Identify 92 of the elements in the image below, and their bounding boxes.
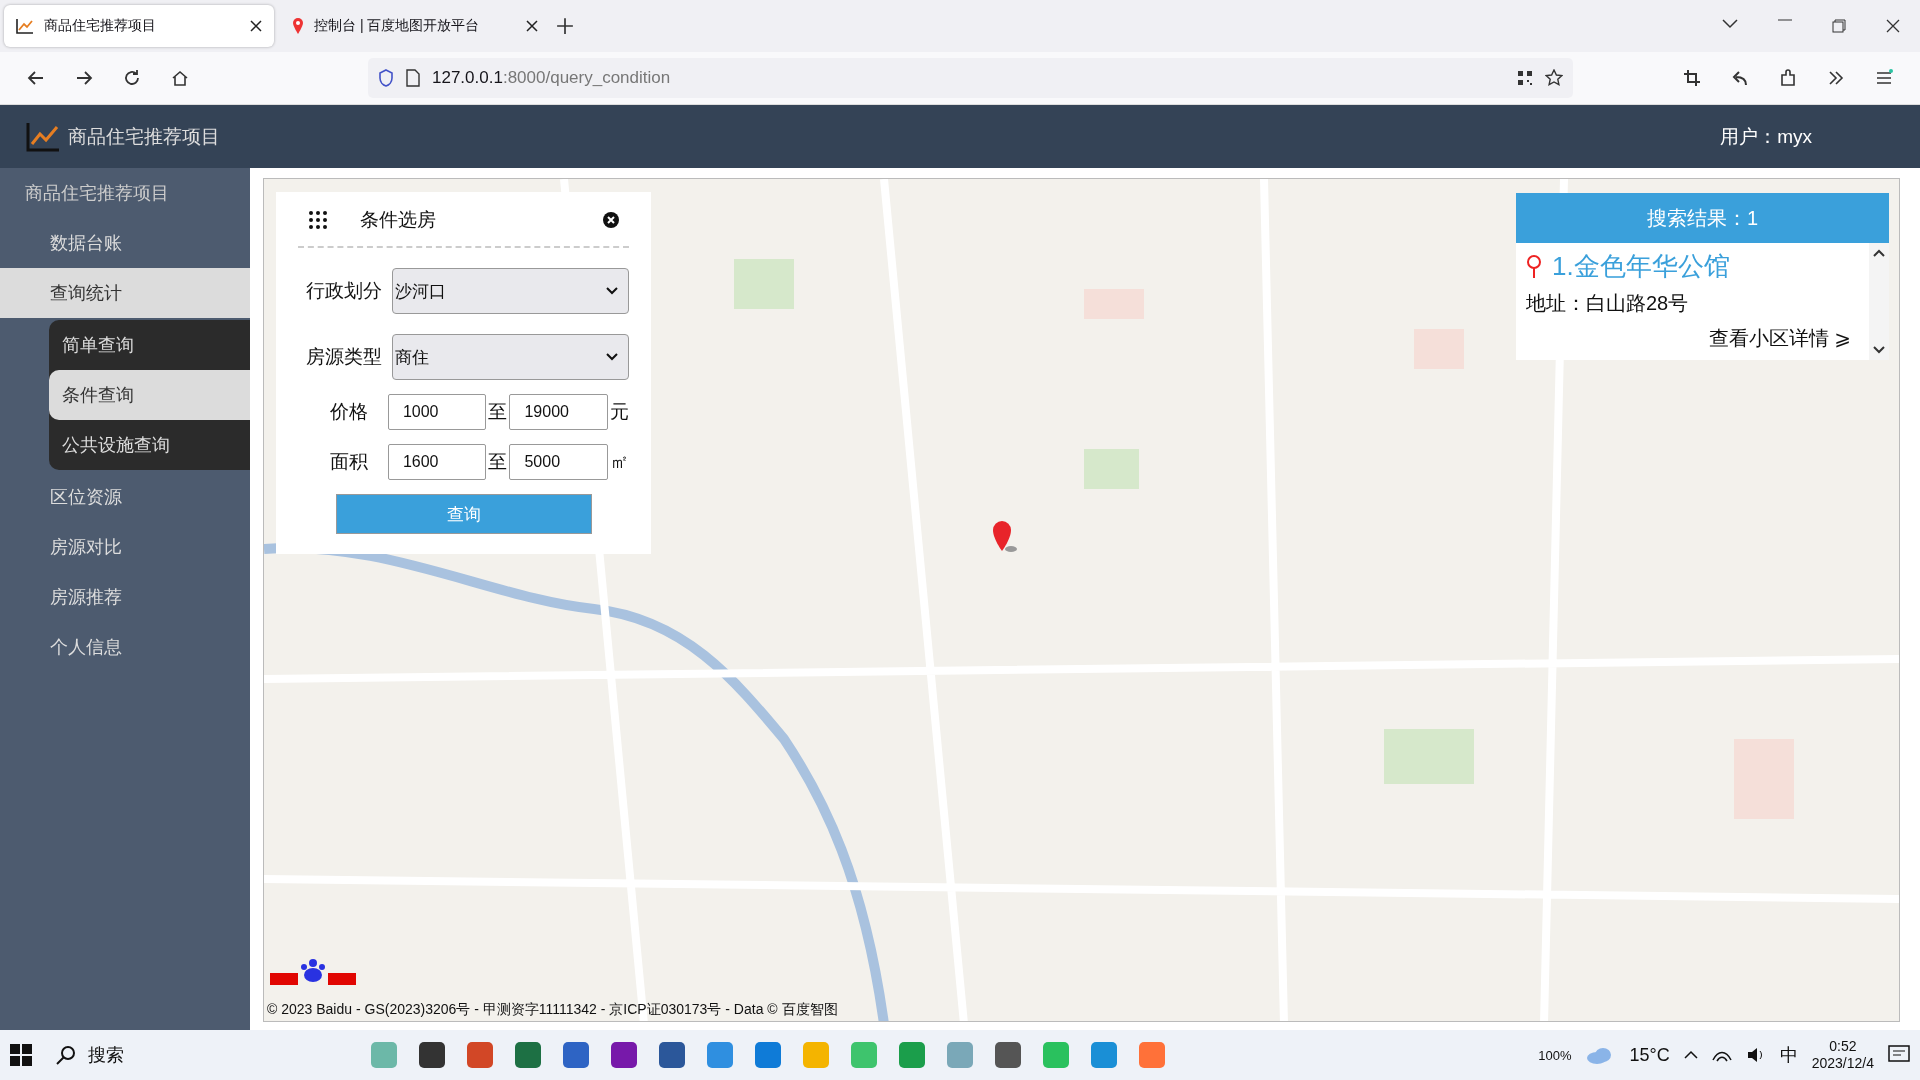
restore-icon[interactable]	[1832, 19, 1846, 33]
input-field[interactable]: 5000	[509, 444, 608, 480]
app-tile-icon[interactable]	[418, 1041, 446, 1069]
clock[interactable]: 0:52 2023/12/4	[1811, 1038, 1874, 1072]
sidebar-item[interactable]: 房源推荐	[0, 572, 250, 622]
unit-label: 元	[610, 400, 629, 424]
map-copyright: © 2023 Baidu - GS(2023)3206号 - 甲测资字11111342 - 京ICP证030173号 - Data © 百度智图	[267, 1001, 838, 1019]
sidebar-item[interactable]: 房源对比	[0, 522, 250, 572]
app-tile-icon[interactable]	[898, 1041, 926, 1069]
result-address: 地址：白山路28号	[1526, 291, 1690, 316]
app-tile-icon[interactable]	[658, 1041, 686, 1069]
search-icon[interactable]	[56, 1045, 76, 1065]
scroll-up-icon[interactable]	[1873, 249, 1885, 257]
address-field[interactable]: 127.0.0.1:8000/query_condition	[368, 58, 1573, 98]
map-view[interactable]: 条件选房 行政划分 沙河口 房源类型 商住 价格 1000 至 19000 元 面积 1600 至 5000 ㎡ 查询 搜索结果：1 1.金色年华公馆 地址：白山路28号 查看小区详情 ⩾ © 2023 Baidu - GS(2023)3206号 - 甲测资字11111342 - 京ICP证030173号 - Data © 百度智图	[263, 178, 1900, 1022]
reload-icon[interactable]	[123, 69, 141, 87]
app-title: 商品住宅推荐项目	[68, 124, 221, 149]
app-tile-icon[interactable]	[562, 1041, 590, 1069]
chart-logo-icon	[26, 121, 60, 152]
close-icon[interactable]	[526, 20, 538, 32]
shield-icon[interactable]	[378, 69, 394, 87]
unit-label: ㎡	[610, 450, 629, 474]
qr-code-icon[interactable]	[1517, 70, 1533, 86]
menu-icon[interactable]	[1875, 69, 1893, 87]
battery-level: 100%	[1538, 1047, 1572, 1063]
app-tile-icon[interactable]	[1090, 1041, 1118, 1069]
map-marker-icon[interactable]	[991, 519, 1017, 555]
app-tile-icon[interactable]	[946, 1041, 974, 1069]
double-chevron-icon[interactable]	[1827, 69, 1845, 87]
field-label: 面积	[328, 450, 369, 474]
star-icon[interactable]	[1545, 69, 1563, 87]
submenu-item[interactable]: 条件查询	[49, 370, 250, 420]
sidebar-item[interactable]: 个人信息	[0, 622, 250, 672]
submenu-item[interactable]: 公共设施查询	[49, 420, 250, 470]
input-field[interactable]: 1600	[387, 444, 487, 480]
chart-icon	[16, 18, 34, 34]
submenu-item[interactable]: 简单查询	[49, 320, 250, 370]
sidebar-item[interactable]: 区位资源	[0, 472, 250, 522]
location-pin-icon	[1526, 254, 1542, 279]
input-method[interactable]: 中	[1779, 1043, 1798, 1067]
chevron-down-icon	[606, 353, 618, 361]
app-tile-icon[interactable]	[706, 1041, 734, 1069]
results-header: 搜索结果：1	[1516, 193, 1889, 243]
field-label: 行政划分	[305, 279, 383, 303]
range-separator: 至	[488, 450, 508, 474]
panel-title: 条件选房	[360, 208, 437, 232]
app-tile-icon[interactable]	[610, 1041, 638, 1069]
app-tile-icon[interactable]	[514, 1041, 542, 1069]
input-field[interactable]: 1000	[387, 394, 487, 430]
page-icon	[406, 69, 420, 87]
back-icon[interactable]	[27, 69, 45, 87]
close-icon[interactable]	[1886, 19, 1900, 33]
chevron-down-icon[interactable]	[1722, 19, 1738, 29]
windows-start-icon[interactable]	[10, 1044, 32, 1066]
browser-tab[interactable]: 控制台 | 百度地图开放平台	[280, 5, 550, 47]
undo-icon[interactable]	[1731, 69, 1749, 87]
scroll-down-icon[interactable]	[1873, 346, 1885, 354]
app-tile-icon[interactable]	[466, 1041, 494, 1069]
sidebar-item[interactable]: 查询统计	[0, 268, 250, 318]
range-separator: 至	[488, 400, 508, 424]
app-tile-icon[interactable]	[802, 1041, 830, 1069]
url-text: 127.0.0.1:8000/query_condition	[432, 68, 671, 88]
user-label: 用户：myx	[1720, 124, 1812, 149]
drag-handle-icon[interactable]	[308, 210, 328, 230]
forward-icon[interactable]	[75, 69, 93, 87]
details-link[interactable]: 查看小区详情 ⩾	[1708, 327, 1851, 349]
field-label: 房源类型	[305, 345, 383, 369]
browser-tab[interactable]: 商品住宅推荐项目	[4, 5, 274, 47]
taskbar-search-field[interactable]: 搜索	[88, 1043, 124, 1067]
chevron-down-icon	[606, 287, 618, 295]
close-icon[interactable]	[250, 20, 262, 32]
new-tab-icon[interactable]	[556, 17, 574, 35]
field-label: 价格	[328, 400, 369, 424]
map-pin-icon	[292, 17, 304, 35]
home-icon[interactable]	[171, 69, 189, 87]
sidebar-item[interactable]: 数据台账	[0, 218, 250, 268]
dropdown-field[interactable]: 沙河口	[392, 268, 629, 314]
app-tile-icon[interactable]	[1042, 1041, 1070, 1069]
app-tile-icon[interactable]	[1138, 1041, 1166, 1069]
notification-icon[interactable]	[1888, 1045, 1910, 1065]
app-tile-icon[interactable]	[850, 1041, 878, 1069]
sidebar-title: 商品住宅推荐项目	[24, 182, 170, 205]
weather-temperature[interactable]: 15°C	[1629, 1044, 1670, 1066]
scrollbar[interactable]	[1869, 243, 1889, 360]
close-icon[interactable]	[603, 212, 619, 228]
crop-icon[interactable]	[1683, 69, 1701, 87]
chevron-up-icon[interactable]	[1683, 1050, 1698, 1060]
input-field[interactable]: 19000	[509, 394, 608, 430]
app-tile-icon[interactable]	[994, 1041, 1022, 1069]
app-tile-icon[interactable]	[754, 1041, 782, 1069]
dropdown-field[interactable]: 商住	[392, 334, 629, 380]
app-tile-icon[interactable]	[370, 1041, 398, 1069]
